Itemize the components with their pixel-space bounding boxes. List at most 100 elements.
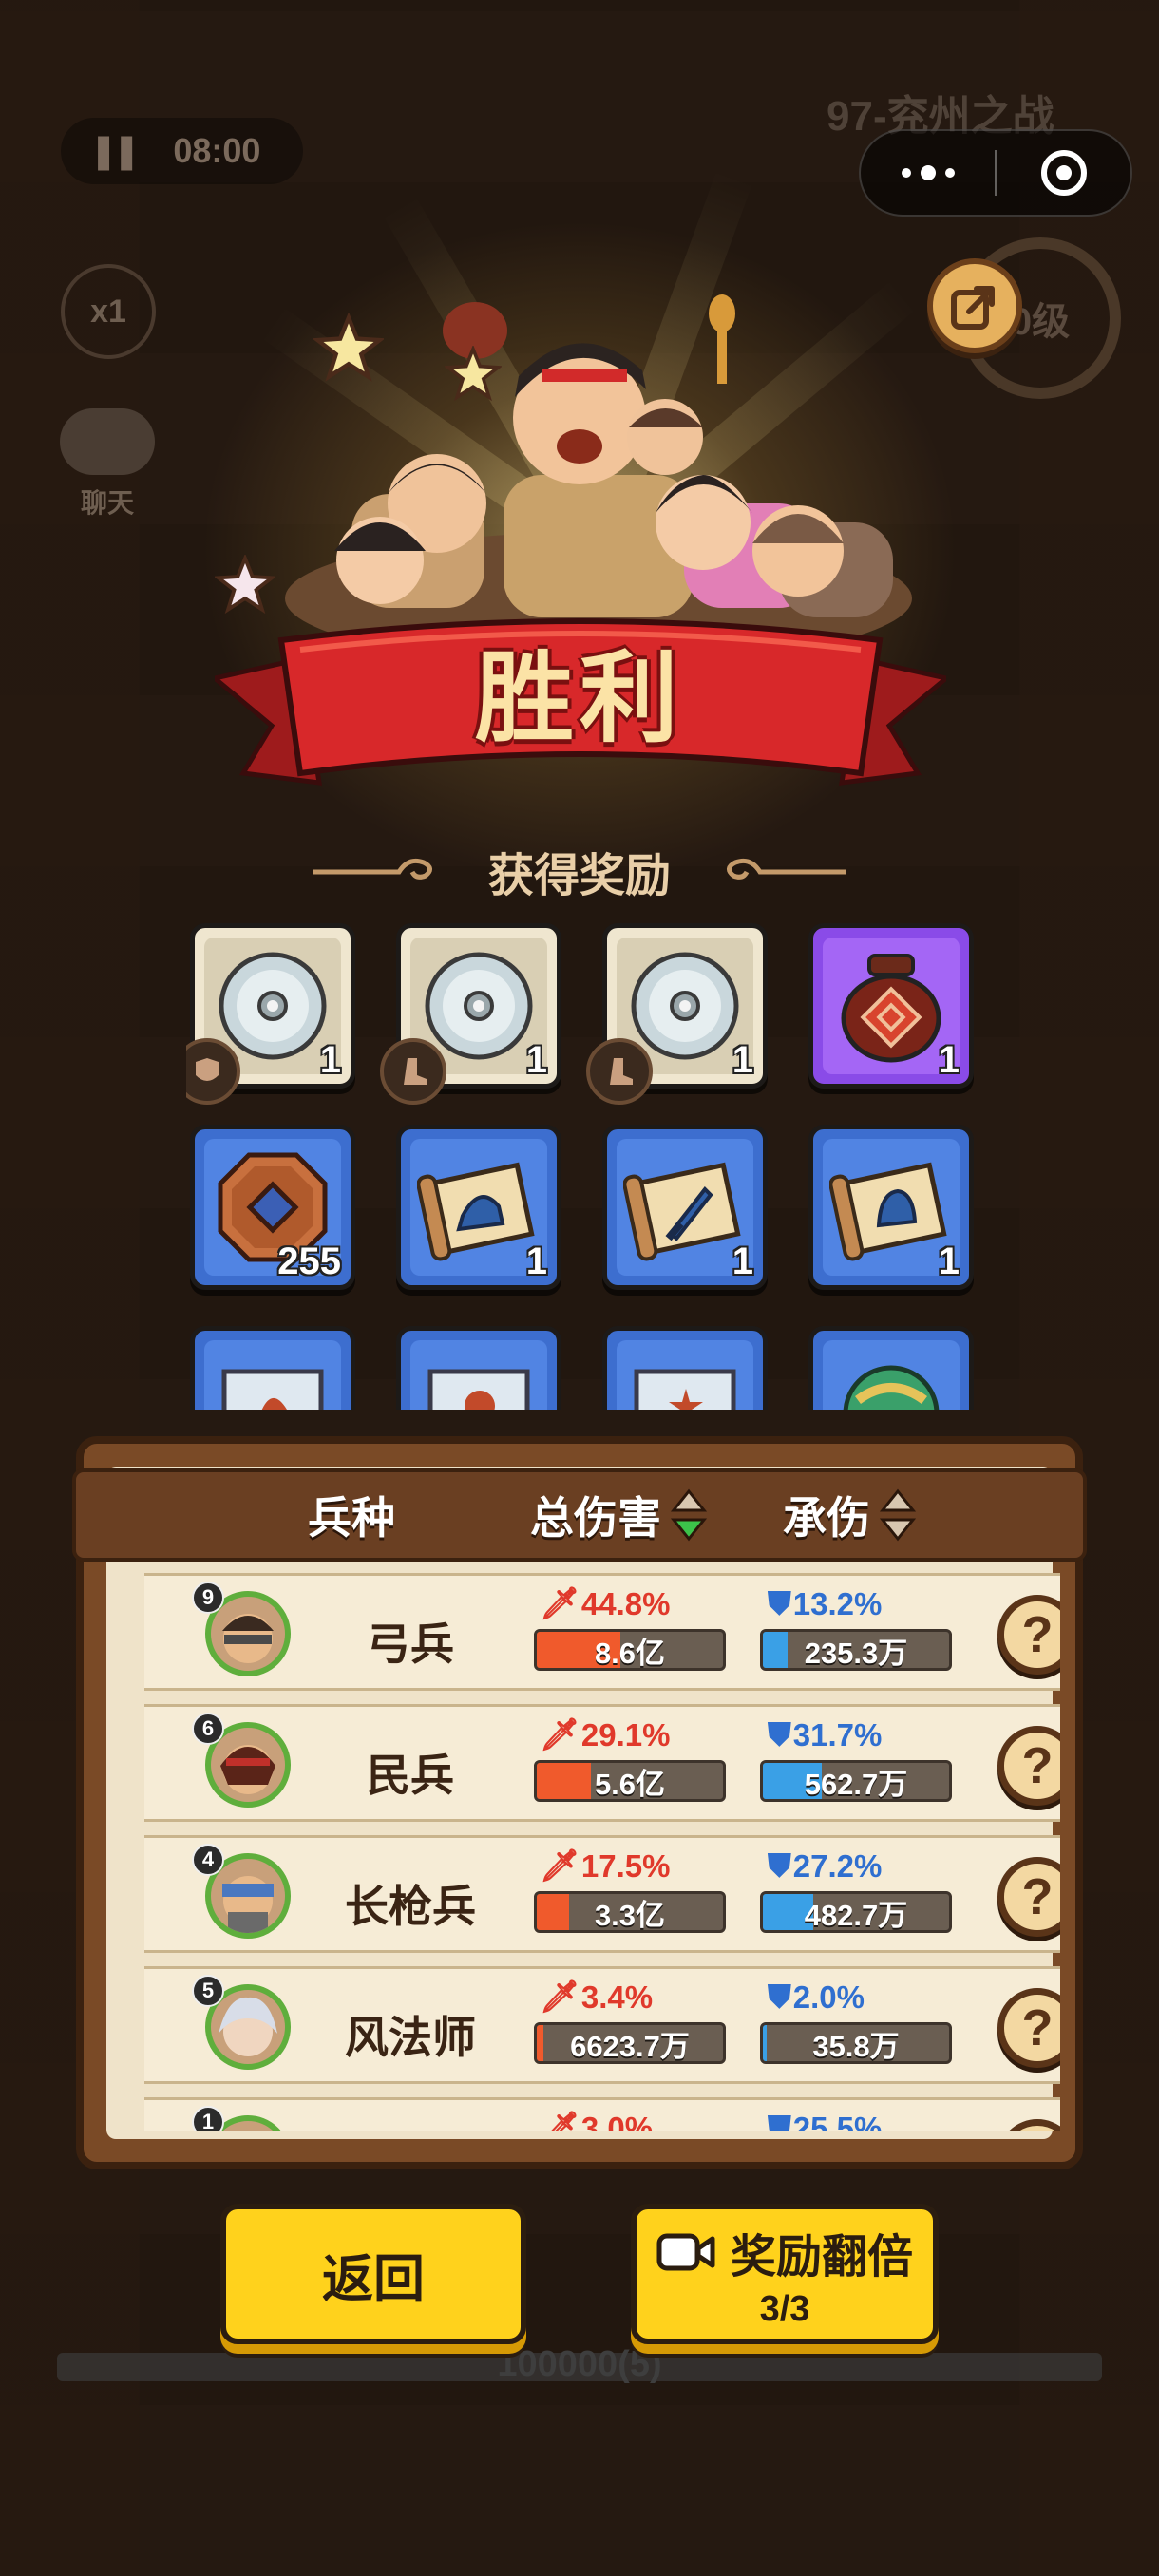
unit-info-button[interactable]: ?: [998, 1595, 1060, 1675]
target-close-icon: [1040, 150, 1087, 196]
heading-ornament-right: [727, 858, 846, 880]
star-icon: [445, 346, 502, 402]
shield-icon: ⛊: [768, 2110, 791, 2131]
wave-score: 100000(5): [497, 2344, 662, 2384]
table-row: 9 弓兵 🗡 44.8% 8.6亿 ⛊ 13.2% 235.3万 ?: [144, 1573, 1060, 1691]
table-row: 6 民兵 🗡 29.1% 5.6亿 ⛊ 31.7% 562.7万 ?: [144, 1704, 1060, 1822]
back-button[interactable]: 返回: [220, 2204, 526, 2344]
rewards-heading: 获得奖励: [487, 851, 671, 901]
reward-item-disc[interactable]: 1: [586, 923, 768, 1105]
speed-button: x1: [61, 264, 156, 359]
helmet-scroll-icon: [417, 1162, 535, 1261]
damage-percent: 🗡 17.5%: [540, 1847, 671, 1884]
more-menu-button[interactable]: [861, 165, 995, 180]
unit-info-button[interactable]: ?: [998, 1726, 1060, 1806]
sort-icon: [880, 1488, 916, 1542]
boot-icon: [380, 1038, 446, 1105]
unit-name: 长枪兵: [345, 1882, 476, 1931]
star-icon: [314, 313, 384, 382]
shield-icon: ⛊: [768, 1716, 791, 1752]
header-unit-type: 兵种: [308, 1472, 395, 1558]
reward-count: 1: [319, 1039, 341, 1081]
reward-item-scroll[interactable]: [396, 1326, 561, 1410]
taken-bar: 482.7万: [760, 1891, 952, 1933]
damage-bar: 5.6亿: [534, 1760, 726, 1802]
taken-percent: ⛊ 31.7%: [768, 1716, 883, 1752]
stats-table-header: 兵种 总伤害 承伤: [72, 1468, 1087, 1562]
damage-bar: 3.3亿: [534, 1891, 726, 1933]
timer-text: 08:00: [173, 131, 261, 170]
reward-item-wine-jar[interactable]: 1: [808, 923, 974, 1089]
reward-item-scroll[interactable]: [190, 1326, 355, 1410]
stats-rows: 9 弓兵 🗡 44.8% 8.6亿 ⛊ 13.2% 235.3万 ? 6 民兵 🗡 2…: [99, 1562, 1060, 2131]
unit-level-badge: 5: [192, 1975, 224, 2007]
sword-icon: 🗡: [540, 1847, 580, 1883]
unit-info-button[interactable]: ?: [998, 1988, 1060, 2068]
sort-desc-icon: [671, 1488, 707, 1542]
shield-icon: ⛊: [768, 1847, 791, 1883]
taken-percent: ⛊ 27.2%: [768, 1847, 883, 1884]
sword-scroll-icon: [623, 1162, 741, 1261]
taken-bar: 562.7万: [760, 1760, 952, 1802]
taken-bar: 235.3万: [760, 1629, 952, 1671]
reward-count: 1: [938, 1039, 960, 1081]
more-dot-icon: [944, 168, 955, 178]
reward-item-orb[interactable]: [808, 1326, 974, 1410]
shield-icon: ⛊: [768, 1585, 791, 1620]
scroll-icon: [634, 1369, 736, 1410]
sort-by-damage-button[interactable]: 总伤害: [530, 1472, 707, 1558]
more-dot-icon: [920, 165, 936, 180]
sword-icon: 🗡: [540, 1979, 580, 2014]
reward-item-copper-coin[interactable]: 255: [190, 1125, 355, 1290]
taken-percent: ⛊ 25.5%: [768, 2110, 882, 2131]
pause-icon: ❚❚: [89, 131, 141, 170]
header-taken-label: 承伤: [783, 1493, 870, 1543]
close-miniprogram-button[interactable]: [997, 150, 1130, 196]
reward-count: 1: [732, 1241, 753, 1282]
video-camera-icon: [656, 2233, 715, 2270]
reward-item-bell-scroll[interactable]: 1: [808, 1125, 974, 1290]
taken-percent: ⛊ 13.2%: [768, 1585, 883, 1621]
unit-level-badge: 9: [192, 1582, 224, 1614]
bell-scroll-icon: [829, 1162, 947, 1261]
reward-grid: 1 1 1 1 255 1 1 1: [186, 919, 975, 1410]
damage-bar: 8.6亿: [534, 1629, 726, 1671]
unit-level-badge: 6: [192, 1713, 224, 1745]
reward-item-sword-scroll[interactable]: 1: [602, 1125, 768, 1290]
unit-name: 弓兵: [367, 1619, 454, 1669]
unit-name: 风法师: [345, 2013, 476, 2062]
double-reward-button[interactable]: 奖励翻倍 3/3: [631, 2204, 939, 2344]
damage-percent: 🗡 3.4%: [540, 1979, 654, 2015]
reward-item-scroll[interactable]: [602, 1326, 768, 1410]
chat-label: 聊天: [80, 488, 134, 518]
reward-item-disc[interactable]: 1: [186, 923, 355, 1105]
chat-icon: [60, 408, 155, 475]
reward-count: 1: [525, 1039, 547, 1081]
damage-percent: 🗡 44.8%: [540, 1585, 671, 1621]
table-row: 1 🗡3.0% ⛊25.5% ?: [144, 2097, 1060, 2131]
reward-count: 1: [938, 1241, 960, 1282]
sword-icon: 🗡: [540, 2110, 580, 2131]
wine-jar-icon: [841, 954, 941, 1063]
reward-item-disc[interactable]: 1: [380, 923, 561, 1105]
reward-count: 255: [277, 1241, 341, 1282]
sort-by-taken-button[interactable]: 承伤: [783, 1472, 916, 1558]
battle-timer: ❚❚ 08:00: [61, 118, 303, 184]
table-row: 4 长枪兵 🗡 17.5% 3.3亿 ⛊ 27.2% 482.7万 ?: [144, 1835, 1060, 1953]
unit-level-badge: 4: [192, 1844, 224, 1876]
victory-title: 胜利: [474, 644, 684, 754]
damage-bar: 6623.7万: [534, 2022, 726, 2064]
sword-icon: 🗡: [540, 1585, 580, 1620]
reward-item-helmet-scroll[interactable]: 1: [396, 1125, 561, 1290]
damage-percent: 🗡 29.1%: [540, 1716, 671, 1752]
double-reward-count: 3/3: [759, 2288, 810, 2329]
scroll-icon: [221, 1369, 324, 1410]
taken-percent: ⛊ 2.0%: [768, 1979, 864, 2015]
taken-bar: 35.8万: [760, 2022, 952, 2064]
header-unit-label: 兵种: [308, 1493, 395, 1543]
scroll-icon: [428, 1369, 530, 1410]
unit-info-button[interactable]: ?: [998, 2119, 1060, 2131]
unit-info-button[interactable]: ?: [998, 1857, 1060, 1937]
reward-count: 1: [732, 1039, 753, 1081]
damage-percent: 🗡 3.0%: [540, 2110, 653, 2131]
